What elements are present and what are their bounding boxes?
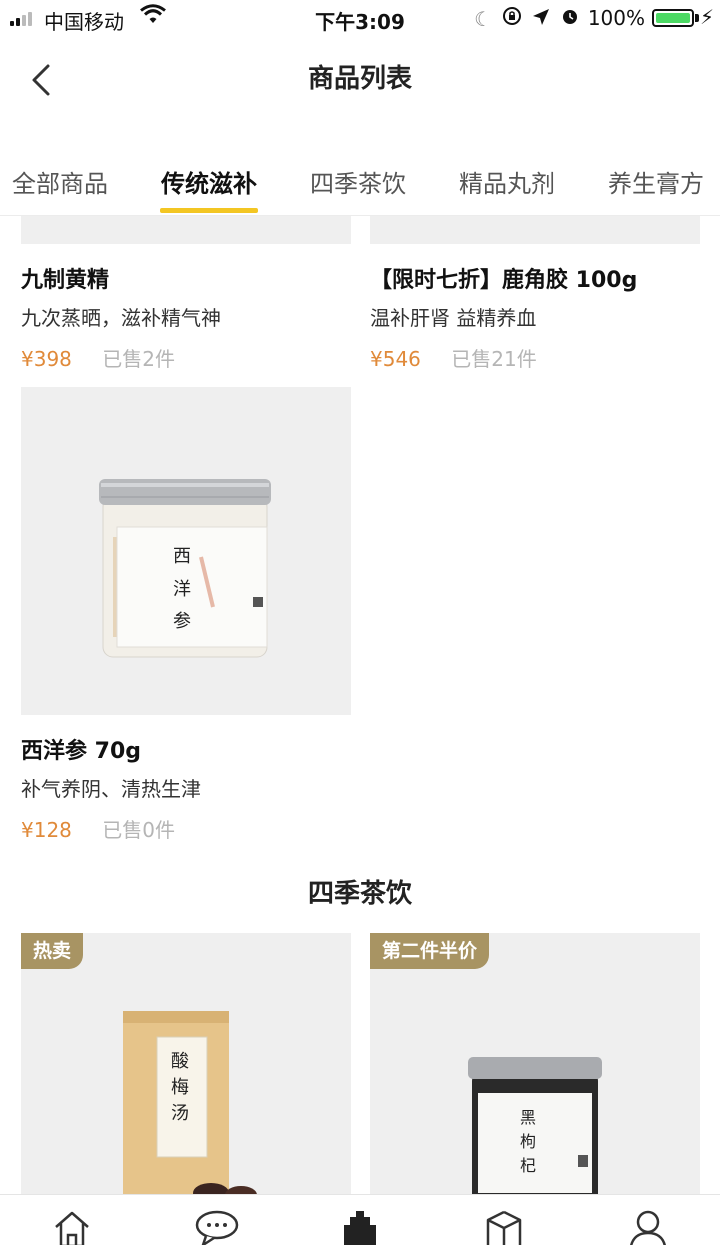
product-desc: 温补肝肾 益精养血: [370, 306, 537, 330]
svg-text:参: 参: [173, 611, 191, 632]
page-title: 商品列表: [307, 64, 412, 94]
battery-icon: [652, 9, 694, 27]
bottom-nav: [0, 1194, 720, 1245]
product-image: 黑 枸 杞: [370, 933, 700, 1194]
product-card[interactable]: 黑 枸 杞 第二件半价: [370, 933, 700, 1194]
category-tabs: 全部商品 传统滋补 四季茶饮 精品丸剂 养生膏方: [0, 150, 720, 216]
svg-text:洋: 洋: [173, 579, 191, 600]
status-bar: 中国移动 下午3:09 ☾ 100% ⚡: [0, 0, 720, 36]
section-title: 四季茶饮: [307, 879, 412, 909]
rotation-lock-icon: [502, 6, 522, 31]
product-image: 西 洋 参: [21, 387, 351, 715]
tab-health-paste[interactable]: 养生膏方: [608, 164, 704, 199]
product-name: 【限时七折】鹿角胶 100g: [370, 268, 638, 293]
svg-text:杞: 杞: [520, 1156, 536, 1175]
product-name: 西洋参 70g: [21, 739, 142, 764]
battery-percent: 100%: [587, 6, 645, 30]
chat-icon[interactable]: [194, 1209, 240, 1245]
product-image: [21, 216, 351, 244]
nav-header: 商品列表: [0, 36, 720, 120]
product-sold: 已售2件: [102, 347, 175, 371]
product-card[interactable]: 九制黄精 九次蒸晒，滋补精气神 ¥398 已售2件: [21, 216, 351, 372]
product-card[interactable]: 酸 梅 汤 热卖: [21, 933, 351, 1194]
svg-text:黑: 黑: [520, 1108, 536, 1127]
alarm-icon: [560, 6, 580, 31]
tab-all-products[interactable]: 全部商品: [12, 164, 108, 199]
product-price: ¥398: [21, 347, 72, 371]
location-icon: [532, 7, 550, 31]
product-image: [370, 216, 700, 244]
half-price-badge: 第二件半价: [370, 933, 490, 969]
tab-traditional-tonic[interactable]: 传统滋补: [161, 164, 257, 199]
shop-icon[interactable]: [340, 1209, 380, 1245]
product-desc: 九次蒸晒，滋补精气神: [21, 306, 221, 330]
moon-icon: ☾: [474, 6, 492, 31]
product-name: 九制黄精: [21, 268, 110, 293]
product-desc: 补气养阴、清热生津: [21, 777, 201, 801]
hot-sale-badge: 热卖: [21, 933, 84, 969]
active-tab-indicator: [160, 208, 258, 213]
product-image: 酸 梅 汤: [21, 933, 351, 1194]
product-card[interactable]: 【限时七折】鹿角胶 100g 温补肝肾 益精养血 ¥546 已售21件: [370, 216, 700, 372]
svg-text:汤: 汤: [171, 1103, 189, 1124]
user-icon[interactable]: [628, 1209, 668, 1245]
home-icon[interactable]: [52, 1209, 92, 1245]
product-sold: 已售21件: [451, 347, 537, 371]
svg-text:酸: 酸: [171, 1051, 189, 1072]
svg-text:梅: 梅: [171, 1077, 189, 1098]
product-card[interactable]: 西 洋 参 西洋参 70g 补气养阴、清热生津 ¥128 已售0件: [21, 387, 351, 843]
tab-seasonal-tea[interactable]: 四季茶饮: [310, 164, 406, 199]
product-sold: 已售0件: [102, 818, 175, 842]
charging-icon: ⚡: [699, 5, 714, 29]
svg-text:枸: 枸: [520, 1132, 536, 1151]
product-price: ¥128: [21, 818, 72, 842]
jar-label-char: 西: [173, 546, 191, 567]
cube-icon[interactable]: [484, 1209, 524, 1245]
tab-fine-pills[interactable]: 精品丸剂: [459, 164, 555, 199]
product-list: 九制黄精 九次蒸晒，滋补精气神 ¥398 已售2件 【限时七折】鹿角胶 100g…: [0, 216, 720, 1194]
product-price: ¥546: [370, 347, 421, 371]
